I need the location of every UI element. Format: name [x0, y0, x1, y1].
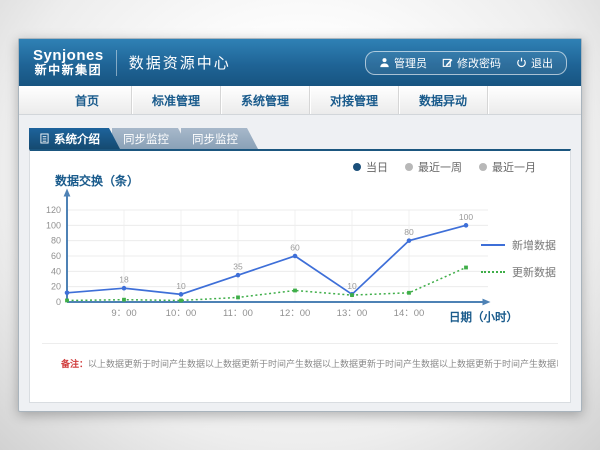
data-point: [407, 291, 411, 295]
edit-icon: [442, 57, 453, 68]
filter-label: 最近一月: [492, 159, 536, 175]
data-point-label: 18: [119, 275, 129, 285]
power-icon: [516, 57, 527, 68]
data-point-label: 80: [404, 227, 414, 237]
data-point: [464, 266, 468, 270]
company-name: 新中新集团: [33, 64, 104, 77]
footnote: 备注：以上数据更新于时间产生数据以上数据更新于时间产生数据以上数据更新于时间产生…: [42, 343, 558, 370]
y-tick-label: 0: [56, 297, 61, 307]
legend-label: 更新数据: [512, 264, 556, 280]
data-point: [236, 296, 240, 300]
data-point: [464, 223, 469, 228]
radio-dot: [405, 163, 413, 171]
legend-item-2: 更新数据: [481, 264, 556, 280]
data-point: [122, 298, 126, 302]
logout-button[interactable]: 退出: [516, 55, 553, 71]
brand-name: Synjones: [33, 48, 104, 65]
legend-swatch: [481, 244, 505, 246]
tab-label: 同步监控: [123, 131, 169, 147]
data-point-label: 60: [290, 243, 300, 253]
tab-2[interactable]: 同步监控: [112, 128, 189, 149]
x-tick-label: 11：00: [223, 308, 253, 319]
data-point-label: 100: [459, 212, 473, 222]
legend-swatch: [481, 271, 505, 273]
tab-active[interactable]: 系统介绍: [29, 128, 120, 149]
app-header: Synjones 新中新集团 数据资源中心 管理员 修改密码: [19, 39, 581, 86]
user-toolbar: 管理员 修改密码 退出: [365, 51, 567, 75]
data-point: [179, 299, 183, 303]
y-tick-label: 40: [51, 266, 61, 276]
change-password-button[interactable]: 修改密码: [442, 55, 501, 71]
data-point: [236, 273, 241, 278]
footnote-text: 以上数据更新于时间产生数据以上数据更新于时间产生数据以上数据更新于时间产生数据以…: [88, 359, 558, 369]
main-nav: 首页标准管理系统管理对接管理数据异动: [19, 86, 581, 115]
nav-item-2[interactable]: 标准管理: [132, 86, 221, 114]
filter-1[interactable]: 当日: [353, 159, 388, 175]
filter-2[interactable]: 最近一周: [405, 159, 462, 175]
legend-item-1: 新增数据: [481, 237, 556, 253]
y-tick-label: 60: [51, 251, 61, 261]
logout-label: 退出: [531, 55, 553, 71]
nav-item-3[interactable]: 系统管理: [221, 86, 310, 114]
data-point-label: 10: [176, 281, 186, 291]
legend-label: 新增数据: [512, 237, 556, 253]
user-icon: [379, 57, 390, 68]
nav-item-5[interactable]: 数据异动: [399, 86, 488, 114]
tab-3[interactable]: 同步监控: [181, 128, 258, 149]
content-area: 系统介绍同步监控同步监控 当日最近一周最近一月 数据交换（条） 02040608…: [19, 115, 581, 403]
header-divider: [116, 50, 117, 76]
data-point: [179, 292, 184, 297]
filter-label: 当日: [366, 159, 388, 175]
period-filter-group: 当日 最近一周 最近一月: [353, 159, 536, 175]
x-tick-label: 10：00: [166, 308, 197, 319]
company-logo: Synjones 新中新集团: [33, 48, 104, 78]
y-tick-label: 120: [46, 205, 61, 215]
chart-legend: 新增数据更新数据: [481, 237, 556, 280]
filter-3[interactable]: 最近一月: [479, 159, 536, 175]
y-tick-label: 80: [51, 236, 61, 246]
nav-item-1[interactable]: 首页: [43, 86, 132, 114]
data-point-label: 35: [233, 262, 243, 272]
change-password-label: 修改密码: [457, 55, 501, 71]
tab-label: 同步监控: [192, 131, 238, 147]
x-tick-label: 12：00: [280, 308, 311, 319]
radio-dot: [479, 163, 487, 171]
data-point: [293, 289, 297, 293]
x-tick-label: 9：00: [111, 308, 136, 319]
data-point: [293, 254, 298, 259]
data-point: [65, 299, 69, 303]
data-point: [407, 238, 412, 243]
filter-label: 最近一周: [418, 159, 462, 175]
app-window: Synjones 新中新集团 数据资源中心 管理员 修改密码: [18, 38, 582, 412]
data-point: [65, 291, 70, 296]
x-tick-label: 13：00: [337, 308, 368, 319]
current-user-label: 管理员: [394, 55, 427, 71]
current-user-button[interactable]: 管理员: [379, 55, 427, 71]
data-point-label: 10: [347, 281, 357, 291]
radio-dot: [353, 163, 361, 171]
data-point: [350, 293, 354, 297]
page-title: 数据资源中心: [129, 52, 231, 73]
y-axis-arrow: [64, 189, 71, 197]
y-tick-label: 100: [46, 220, 61, 230]
footnote-prefix: 备注：: [61, 359, 88, 369]
data-point: [122, 286, 127, 291]
tab-label: 系统介绍: [54, 131, 100, 147]
document-icon: [40, 133, 49, 144]
x-axis-arrow: [483, 299, 491, 306]
x-axis-title: 日期（小时）: [449, 309, 518, 325]
chart-panel: 当日最近一周最近一月 数据交换（条） 0204060801001209：0010…: [29, 149, 571, 403]
tab-bar: 系统介绍 同步监控 同步监控: [29, 128, 571, 149]
x-tick-label: 14：00: [394, 308, 425, 319]
y-tick-label: 20: [51, 282, 61, 292]
nav-item-4[interactable]: 对接管理: [310, 86, 399, 114]
